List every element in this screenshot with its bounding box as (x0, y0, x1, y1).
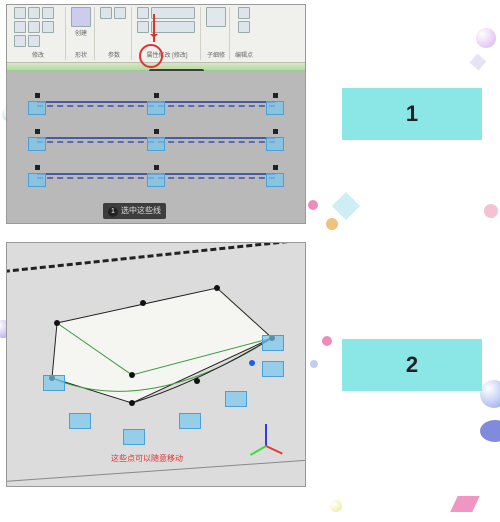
screenshot-panel-1: 修改 创建 形状 参数 属性修改 [修改] 子细修 (6, 4, 306, 224)
create-shape-icon[interactable] (71, 7, 91, 27)
annotation-arrow (153, 14, 155, 42)
ribbon-group-3: 参数 (97, 7, 132, 60)
curve-line[interactable] (37, 125, 275, 153)
ribbon-group-shape: 创建 形状 (68, 7, 95, 60)
app-ribbon: 修改 创建 形状 参数 属性修改 [修改] 子细修 (7, 5, 305, 63)
grid-line-dashed (6, 242, 306, 277)
slab-shape[interactable] (47, 283, 277, 433)
step-1-row: 修改 创建 形状 参数 属性修改 [修改] 子细修 (6, 4, 494, 224)
callout-tooltip-1: 1选中这些线 (103, 203, 166, 219)
ribbon-label: 形状 (75, 50, 87, 59)
step-2-row: 这些点可以随意移动 2 (6, 242, 494, 487)
ribbon-label: 参数 (108, 50, 120, 59)
viewport-1[interactable]: 1选中这些线 (7, 71, 305, 223)
ribbon-label: 修改 (32, 50, 44, 59)
step-badge-2: 2 (342, 339, 482, 391)
ribbon-label: 子细修 (207, 50, 225, 59)
ribbon-label: 编辑点 (235, 50, 253, 59)
filter-icon[interactable] (206, 7, 226, 27)
screenshot-panel-2: 这些点可以随意移动 (6, 242, 306, 487)
step-badge-1: 1 (342, 88, 482, 140)
annotation-circle (139, 44, 163, 68)
ribbon-group-1: 修改 (11, 7, 66, 60)
ribbon-group-6: 编辑点 (232, 7, 256, 60)
curve-line[interactable] (37, 161, 275, 189)
annotation-text: 这些点可以随意移动 (111, 453, 183, 464)
ribbon-group-5: 子细修 (203, 7, 230, 60)
curve-line[interactable] (37, 89, 275, 117)
